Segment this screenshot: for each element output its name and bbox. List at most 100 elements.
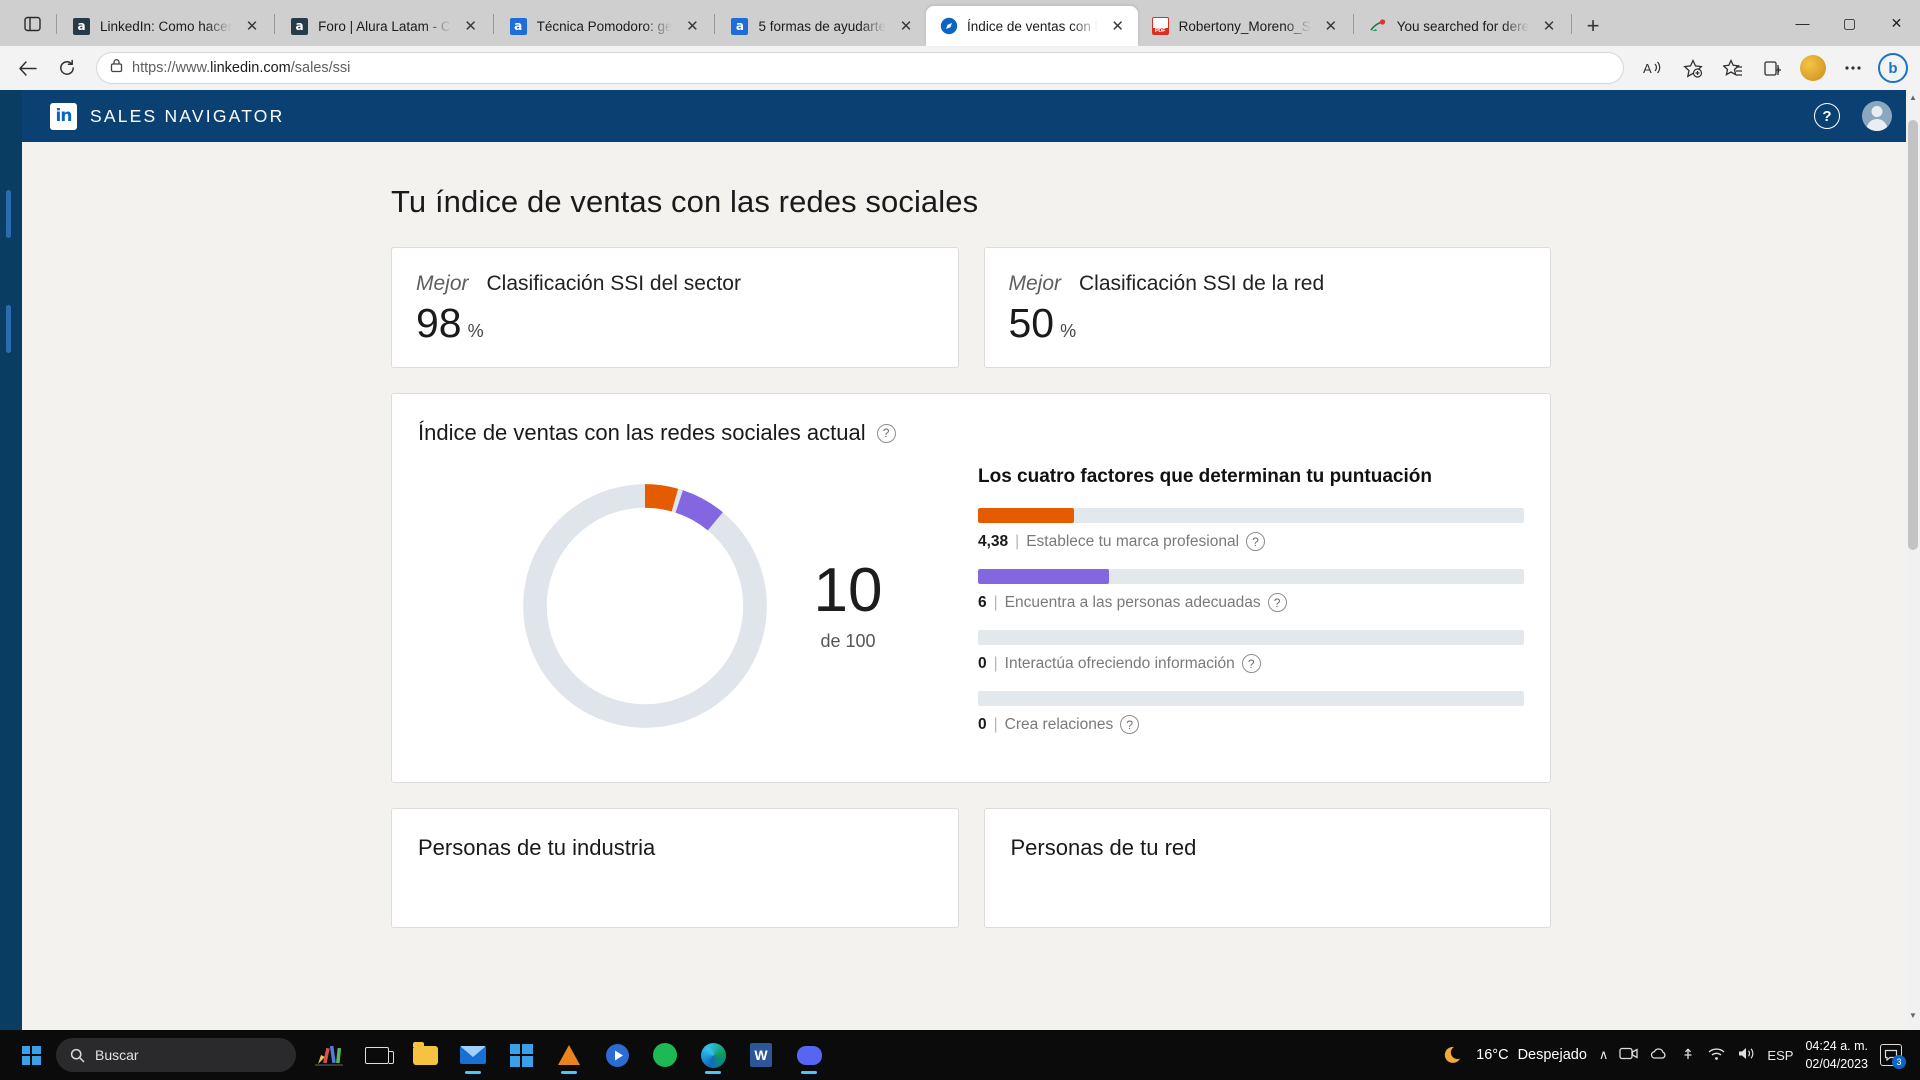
address-bar[interactable]: https://www.linkedin.com/sales/ssi (96, 52, 1624, 84)
tab-divider (56, 14, 57, 34)
meet-now-icon[interactable] (1619, 1046, 1639, 1064)
start-button[interactable] (10, 1035, 52, 1075)
tab-actions-icon[interactable] (10, 4, 54, 44)
industry-people-card: Personas de tu industria (391, 808, 959, 929)
tab-close-icon[interactable]: ✕ (1320, 15, 1342, 37)
browser-tab-4-active[interactable]: Índice de ventas con l ✕ (926, 6, 1138, 46)
wifi-icon[interactable] (1707, 1047, 1726, 1064)
alura-dark-icon: a (72, 17, 91, 36)
usb-icon[interactable] (1680, 1046, 1696, 1064)
factor-text: Encuentra a las personas adecuadas (1004, 593, 1261, 611)
factor-label: 0 | Interactúa ofreciendo información ? (978, 654, 1524, 674)
rank-label: Clasificación SSI del sector (486, 272, 741, 295)
profile-avatar[interactable] (1794, 52, 1832, 84)
factor-track (978, 691, 1524, 707)
mail-icon[interactable] (452, 1034, 494, 1076)
discord-icon[interactable] (788, 1034, 830, 1076)
media-player-icon[interactable] (596, 1034, 638, 1076)
factor-row-people: 6 | Encuentra a las personas adecuadas ? (978, 569, 1524, 613)
current-ssi-card: Índice de ventas con las redes sociales … (391, 393, 1551, 784)
word-icon[interactable]: W (740, 1034, 782, 1076)
help-icon[interactable]: ? (1120, 715, 1140, 735)
taskbar-clock[interactable]: 04:24 a. m. 02/04/2023 (1805, 1037, 1868, 1073)
tab-title: Técnica Pomodoro: ge (536, 18, 673, 34)
factor-label: 6 | Encuentra a las personas adecuadas ? (978, 593, 1524, 613)
rank-label: Clasificación SSI de la red (1079, 272, 1325, 295)
read-aloud-icon[interactable]: A (1634, 52, 1672, 84)
paint-icon[interactable] (308, 1034, 350, 1076)
page-scrollbar[interactable]: ▲ ▼ (1906, 90, 1920, 1030)
clock-time: 04:24 a. m. (1805, 1038, 1868, 1053)
edge-icon[interactable] (692, 1034, 734, 1076)
vlc-icon[interactable] (548, 1034, 590, 1076)
sidebar-strip[interactable] (0, 90, 22, 1030)
sidebar-pip-2[interactable] (6, 305, 11, 353)
tab-close-icon[interactable]: ✕ (895, 15, 917, 37)
help-icon[interactable]: ? (1814, 103, 1840, 129)
minimize-button[interactable]: — (1779, 0, 1826, 46)
browser-tab-6[interactable]: You searched for dere ✕ (1356, 6, 1569, 46)
tab-close-icon[interactable]: ✕ (1538, 15, 1560, 37)
page-title: Tu índice de ventas con las redes social… (391, 184, 979, 219)
spotify-icon[interactable] (644, 1034, 686, 1076)
reload-icon[interactable] (48, 52, 86, 84)
user-avatar[interactable] (1862, 101, 1892, 131)
show-hidden-icons-icon[interactable]: ∧ (1599, 1047, 1609, 1063)
moon-icon (1445, 1046, 1461, 1063)
language-indicator[interactable]: ESP (1767, 1048, 1793, 1063)
rank-prefix: Mejor (416, 272, 469, 295)
help-icon[interactable]: ? (1267, 593, 1287, 613)
linkedin-logo-icon[interactable]: in (50, 102, 77, 130)
tab-close-icon[interactable]: ✕ (241, 15, 263, 37)
notifications-button[interactable]: 3 (1880, 1044, 1906, 1069)
toolbar-actions: A b (1634, 52, 1912, 84)
tab-close-icon[interactable]: ✕ (1107, 15, 1129, 37)
factor-track (978, 508, 1524, 524)
alura-blue-icon: a (730, 17, 749, 36)
microsoft-store-icon[interactable] (500, 1034, 542, 1076)
page-content: Tu índice de ventas con las redes social… (22, 142, 1920, 929)
tab-close-icon[interactable]: ✕ (460, 15, 482, 37)
volume-icon[interactable] (1737, 1046, 1756, 1064)
browser-tab-1[interactable]: a Foro | Alura Latam - C ✕ (277, 6, 491, 46)
tab-close-icon[interactable]: ✕ (681, 15, 703, 37)
help-icon[interactable]: ? (1246, 532, 1266, 552)
factors-title: Los cuatro factores que determinan tu pu… (978, 466, 1432, 488)
factor-text: Crea relaciones (1004, 715, 1114, 733)
maximize-button[interactable]: ▢ (1826, 0, 1873, 46)
favorites-list-icon[interactable] (1714, 52, 1752, 84)
weather-desc: Despejado (1517, 1047, 1587, 1063)
weather-widget[interactable]: 16°C Despejado (1443, 1043, 1587, 1067)
scrollbar-thumb[interactable] (1908, 120, 1918, 550)
rank-value: 50% (1008, 300, 1077, 346)
task-view-icon[interactable] (356, 1034, 398, 1076)
onedrive-icon[interactable] (1649, 1047, 1669, 1064)
browser-tab-2[interactable]: a Técnica Pomodoro: ge ✕ (496, 6, 713, 46)
scroll-down-icon[interactable]: ▼ (1906, 1011, 1920, 1027)
file-explorer-icon[interactable] (404, 1034, 446, 1076)
tab-title: Foro | Alura Latam - C (318, 18, 451, 34)
taskbar-search[interactable]: Buscar (56, 1038, 296, 1072)
help-icon[interactable]: ? (1241, 654, 1261, 674)
sidebar-pip-1[interactable] (6, 190, 11, 238)
back-icon[interactable] (8, 52, 46, 84)
browser-tab-3[interactable]: a 5 formas de ayudarte ✕ (717, 6, 926, 46)
more-options-icon[interactable] (1834, 52, 1872, 84)
factor-value: 6 (978, 593, 987, 611)
browser-tab-0[interactable]: a LinkedIn: Como hacer ✕ (59, 6, 272, 46)
copilot-icon[interactable]: b (1874, 52, 1912, 84)
add-favorite-icon[interactable] (1674, 52, 1712, 84)
system-tray: 16°C Despejado ∧ ESP 04:24 a. m. 02/04/2… (1443, 1037, 1910, 1073)
factor-text: Establece tu marca profesional (1026, 532, 1240, 550)
factor-separator: | (993, 593, 998, 611)
help-icon[interactable]: ? (876, 423, 896, 443)
linkedin-navbar: in SALES NAVIGATOR ? (22, 90, 1920, 142)
collections-icon[interactable] (1754, 52, 1792, 84)
ssi-card-title: Índice de ventas con las redes sociales … (418, 420, 1524, 446)
new-tab-button[interactable]: + (1574, 9, 1612, 43)
browser-tab-5[interactable]: Robertony_Moreno_S ✕ (1138, 6, 1351, 46)
ssi-score-total: de 100 (820, 631, 876, 652)
scroll-up-icon[interactable]: ▲ (1906, 93, 1920, 109)
browser-toolbar: https://www.linkedin.com/sales/ssi A b (0, 46, 1920, 90)
close-window-button[interactable]: ✕ (1873, 0, 1920, 46)
